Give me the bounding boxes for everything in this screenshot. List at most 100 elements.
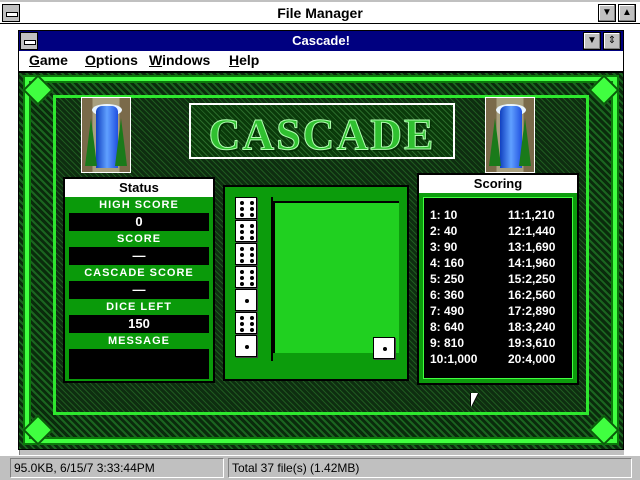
restore-icon[interactable]: ⇕ <box>603 32 621 50</box>
score-right: 11:1,210 <box>508 208 555 222</box>
die-pip <box>240 282 244 286</box>
die-pip <box>250 224 254 228</box>
score-left: 9: 810 <box>430 336 465 350</box>
score-row: 3: 90 13:1,690 <box>424 240 572 256</box>
die-pip <box>240 270 244 274</box>
die-pip <box>250 230 254 234</box>
score-left: 10:1,000 <box>430 352 478 366</box>
die[interactable] <box>373 337 395 359</box>
score-right: 14:1,960 <box>508 256 556 270</box>
score-left: 5: 250 <box>430 272 465 286</box>
menu-help[interactable]: Help <box>229 52 259 68</box>
die[interactable] <box>235 243 257 265</box>
dice-left-label: DICE LEFT <box>106 301 172 313</box>
die[interactable] <box>235 220 257 242</box>
die-pip <box>250 322 254 326</box>
die[interactable] <box>235 197 257 219</box>
waterfall-left-image <box>81 97 131 173</box>
score-right: 20:4,000 <box>508 352 556 366</box>
die-pip <box>250 259 254 263</box>
score-row: 6: 360 16:2,560 <box>424 288 572 304</box>
die-pip <box>240 230 244 234</box>
die-pip <box>240 316 244 320</box>
file-manager-content-right <box>624 46 640 456</box>
menu-windows[interactable]: Windows <box>149 52 210 68</box>
status-total: Total 37 file(s) (1.42MB) <box>228 458 632 478</box>
cascade-score-value: — <box>69 281 209 299</box>
die-pip <box>250 207 254 211</box>
score-row: 9: 810 19:3,610 <box>424 336 572 352</box>
score-row: 4: 160 14:1,960 <box>424 256 572 272</box>
die-pip <box>250 236 254 240</box>
score-right: 17:2,890 <box>508 304 556 318</box>
score-row: 7: 490 17:2,890 <box>424 304 572 320</box>
dice-left-value: 150 <box>69 315 209 333</box>
play-area[interactable] <box>223 185 409 381</box>
menu-options[interactable]: Options <box>85 52 138 68</box>
cascade-titlebar[interactable]: Cascade! ▼ ⇕ <box>19 31 623 51</box>
file-manager-content-left <box>0 46 20 456</box>
die-pip <box>240 247 244 251</box>
score-left: 8: 640 <box>430 320 465 334</box>
die-pip <box>250 247 254 251</box>
die-pip <box>240 201 244 205</box>
die-pip <box>240 207 244 211</box>
high-score-value: 0 <box>69 213 209 231</box>
high-score-label: HIGH SCORE <box>99 199 179 211</box>
die-pip <box>250 270 254 274</box>
die-pip <box>240 213 244 217</box>
die-pip <box>250 316 254 320</box>
die-pip <box>250 201 254 205</box>
score-left: 4: 160 <box>430 256 465 270</box>
die[interactable] <box>235 289 257 311</box>
menu-game[interactable]: Game <box>29 52 68 68</box>
die[interactable] <box>235 266 257 288</box>
scoring-table: 1: 10 11:1,210 2: 40 12:1,440 3: 90 13:1,690 4… <box>423 197 573 379</box>
score-left: 2: 40 <box>430 224 458 238</box>
drop-zone[interactable] <box>273 201 399 353</box>
score-right: 12:1,440 <box>508 224 556 238</box>
die-pip <box>250 282 254 286</box>
maximize-icon[interactable]: ▲ <box>618 4 636 22</box>
die-pip <box>250 328 254 332</box>
scoring-panel: Scoring 1: 10 11:1,210 2: 40 12:1,440 3: 90 1… <box>417 173 579 385</box>
die-pip <box>240 328 244 332</box>
die-pip <box>240 259 244 263</box>
score-label: SCORE <box>116 233 162 245</box>
score-row: 1: 10 11:1,210 <box>424 208 572 224</box>
die-pip <box>240 224 244 228</box>
message-label: MESSAGE <box>107 335 170 347</box>
die-pip <box>240 236 244 240</box>
score-left: 6: 360 <box>430 288 465 302</box>
die[interactable] <box>235 335 257 357</box>
score-value: — <box>69 247 209 265</box>
die-pip <box>250 253 254 257</box>
die-pip <box>250 276 254 280</box>
window-title: Cascade! <box>292 33 350 48</box>
minimize-icon[interactable]: ▼ <box>598 4 616 22</box>
menu-bar: Game Options Windows Help <box>19 51 623 72</box>
score-right: 16:2,560 <box>508 288 556 302</box>
dice-column-slot <box>259 197 273 361</box>
score-left: 3: 90 <box>430 240 458 254</box>
score-right: 18:3,240 <box>508 320 556 334</box>
waterfall-right-image <box>485 97 535 173</box>
mouse-cursor-icon <box>471 393 478 407</box>
score-right: 13:1,690 <box>508 240 556 254</box>
die-pip <box>240 276 244 280</box>
game-board: CASCADE Status HIGH SCORE 0 SCORE — CASC… <box>19 73 623 449</box>
die-pip <box>383 347 387 351</box>
die-pip <box>250 213 254 217</box>
die[interactable] <box>235 312 257 334</box>
die-pip <box>245 299 249 303</box>
status-panel: Status HIGH SCORE 0 SCORE — CASCADE SCOR… <box>63 177 215 383</box>
score-row: 2: 40 12:1,440 <box>424 224 572 240</box>
file-manager-titlebar[interactable]: File Manager ▼ ▲ <box>0 2 640 24</box>
logo-text: CASCADE <box>208 110 436 160</box>
score-right: 15:2,250 <box>508 272 556 286</box>
score-right: 19:3,610 <box>508 336 556 350</box>
cascade-score-label: CASCADE SCORE <box>84 267 194 279</box>
status-bar: 95.0KB, 6/15/7 3:33:44PM Total 37 file(s… <box>0 455 640 480</box>
minimize-icon[interactable]: ▼ <box>583 32 601 50</box>
score-row: 10:1,000 20:4,000 <box>424 352 572 368</box>
